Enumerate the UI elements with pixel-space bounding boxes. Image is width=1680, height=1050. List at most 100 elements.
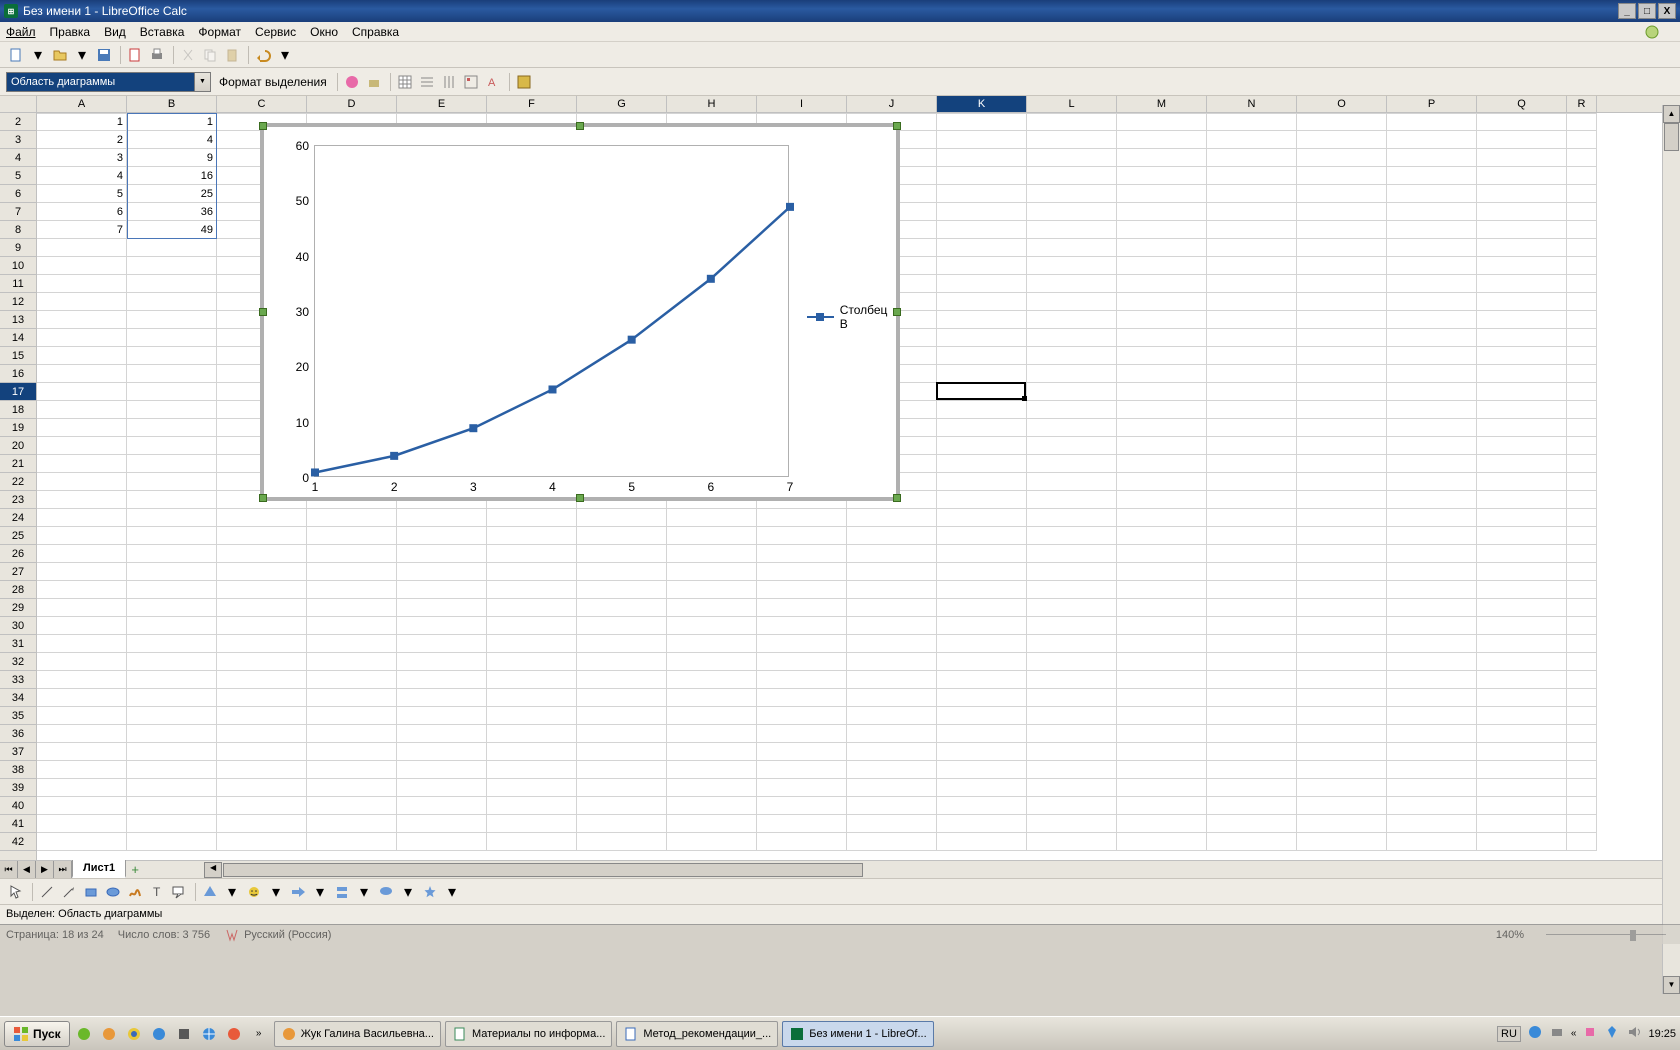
basic-shapes-tool[interactable]: [200, 882, 220, 902]
save-button[interactable]: [94, 45, 114, 65]
menu-format[interactable]: Формат: [198, 25, 241, 39]
open-button[interactable]: [50, 45, 70, 65]
row-header-3[interactable]: 3: [0, 131, 36, 149]
row-header-27[interactable]: 27: [0, 563, 36, 581]
arrow-tool[interactable]: [59, 882, 79, 902]
row-header-28[interactable]: 28: [0, 581, 36, 599]
row-header-7[interactable]: 7: [0, 203, 36, 221]
col-header-E[interactable]: E: [397, 96, 487, 112]
col-header-C[interactable]: C: [217, 96, 307, 112]
row-header-41[interactable]: 41: [0, 815, 36, 833]
maximize-button[interactable]: □: [1638, 3, 1656, 19]
chart-hgrid-button[interactable]: [417, 72, 437, 92]
sheet-tab-1[interactable]: Лист1: [72, 860, 126, 878]
zoom-slider[interactable]: [1546, 934, 1666, 935]
tray-clock[interactable]: 19:25: [1648, 1028, 1676, 1040]
taskbar-item-active[interactable]: Без имени 1 - LibreOf...: [782, 1021, 933, 1047]
col-header-G[interactable]: G: [577, 96, 667, 112]
row-header-24[interactable]: 24: [0, 509, 36, 527]
row-header-31[interactable]: 31: [0, 635, 36, 653]
minimize-button[interactable]: _: [1618, 3, 1636, 19]
chart-object[interactable]: 01020304050601234567 Столбец B: [260, 123, 900, 501]
row-header-36[interactable]: 36: [0, 725, 36, 743]
row-header-34[interactable]: 34: [0, 689, 36, 707]
col-header-D[interactable]: D: [307, 96, 397, 112]
menu-view[interactable]: Вид: [104, 25, 126, 39]
dropdown-icon[interactable]: ▾: [442, 882, 462, 902]
row-header-16[interactable]: 16: [0, 365, 36, 383]
resize-handle[interactable]: [893, 494, 901, 502]
row-header-4[interactable]: 4: [0, 149, 36, 167]
cut-button[interactable]: [178, 45, 198, 65]
line-tool[interactable]: [37, 882, 57, 902]
row-header-40[interactable]: 40: [0, 797, 36, 815]
row-header-18[interactable]: 18: [0, 401, 36, 419]
taskbar-item[interactable]: Жук Галина Васильевна...: [274, 1021, 441, 1047]
row-header-42[interactable]: 42: [0, 833, 36, 851]
row-header-10[interactable]: 10: [0, 257, 36, 275]
dropdown-icon[interactable]: ▾: [28, 45, 48, 65]
select-all-corner[interactable]: [0, 96, 37, 113]
tray-icon[interactable]: [1582, 1024, 1598, 1043]
row-header-12[interactable]: 12: [0, 293, 36, 311]
col-header-Q[interactable]: Q: [1477, 96, 1567, 112]
select-tool[interactable]: [6, 882, 26, 902]
col-header-N[interactable]: N: [1207, 96, 1297, 112]
col-header-L[interactable]: L: [1027, 96, 1117, 112]
row-header-20[interactable]: 20: [0, 437, 36, 455]
horizontal-scrollbar[interactable]: ◀ ▶: [204, 861, 1680, 878]
col-header-R[interactable]: R: [1567, 96, 1597, 112]
row-header-19[interactable]: 19: [0, 419, 36, 437]
flowchart-tool[interactable]: [332, 882, 352, 902]
dropdown-icon[interactable]: ▾: [275, 45, 295, 65]
close-button[interactable]: X: [1658, 3, 1676, 19]
scroll-down-button[interactable]: ▼: [1663, 976, 1680, 994]
chart-text-button[interactable]: A: [483, 72, 503, 92]
quicklaunch-icon[interactable]: [223, 1023, 245, 1045]
paste-button[interactable]: [222, 45, 242, 65]
chart-plot-area[interactable]: 01020304050601234567: [314, 145, 789, 477]
quicklaunch-icon[interactable]: [173, 1023, 195, 1045]
menu-help[interactable]: Справка: [352, 25, 399, 39]
col-header-O[interactable]: O: [1297, 96, 1387, 112]
row-header-11[interactable]: 11: [0, 275, 36, 293]
col-header-I[interactable]: I: [757, 96, 847, 112]
row-header-21[interactable]: 21: [0, 455, 36, 473]
block-arrows-tool[interactable]: [288, 882, 308, 902]
callout-tool[interactable]: [169, 882, 189, 902]
resize-handle[interactable]: [259, 122, 267, 130]
tab-first-button[interactable]: ⏮: [0, 861, 18, 878]
scroll-up-button[interactable]: ▲: [1663, 105, 1680, 123]
dropdown-icon[interactable]: ▾: [398, 882, 418, 902]
row-header-2[interactable]: 2: [0, 113, 36, 131]
chart-legend[interactable]: Столбец B: [807, 303, 896, 331]
freeform-tool[interactable]: [125, 882, 145, 902]
symbol-shapes-tool[interactable]: [244, 882, 264, 902]
export-pdf-button[interactable]: [125, 45, 145, 65]
row-header-22[interactable]: 22: [0, 473, 36, 491]
tray-chevron-icon[interactable]: «: [1571, 1028, 1577, 1039]
menu-edit[interactable]: Правка: [50, 25, 91, 39]
row-header-15[interactable]: 15: [0, 347, 36, 365]
tray-lang[interactable]: RU: [1497, 1026, 1521, 1042]
dropdown-icon[interactable]: ▼: [194, 73, 210, 91]
taskbar-item[interactable]: Метод_рекомендации_...: [616, 1021, 778, 1047]
row-header-14[interactable]: 14: [0, 329, 36, 347]
row-header-23[interactable]: 23: [0, 491, 36, 509]
col-header-K[interactable]: K: [937, 96, 1027, 112]
chart-3d-button[interactable]: [364, 72, 384, 92]
dropdown-icon[interactable]: ▾: [222, 882, 242, 902]
copy-button[interactable]: [200, 45, 220, 65]
undo-button[interactable]: [253, 45, 273, 65]
resize-handle[interactable]: [576, 122, 584, 130]
cells-grid[interactable]: 01020304050601234567 Столбец B 112439416…: [37, 113, 1680, 860]
new-doc-button[interactable]: [6, 45, 26, 65]
col-header-A[interactable]: A: [37, 96, 127, 112]
taskbar-item[interactable]: Материалы по информа...: [445, 1021, 612, 1047]
row-header-32[interactable]: 32: [0, 653, 36, 671]
quicklaunch-icon[interactable]: [123, 1023, 145, 1045]
dropdown-icon[interactable]: ▾: [266, 882, 286, 902]
chart-area-selector[interactable]: Область диаграммы ▼: [6, 72, 211, 92]
row-header-26[interactable]: 26: [0, 545, 36, 563]
scroll-thumb[interactable]: [223, 863, 863, 877]
